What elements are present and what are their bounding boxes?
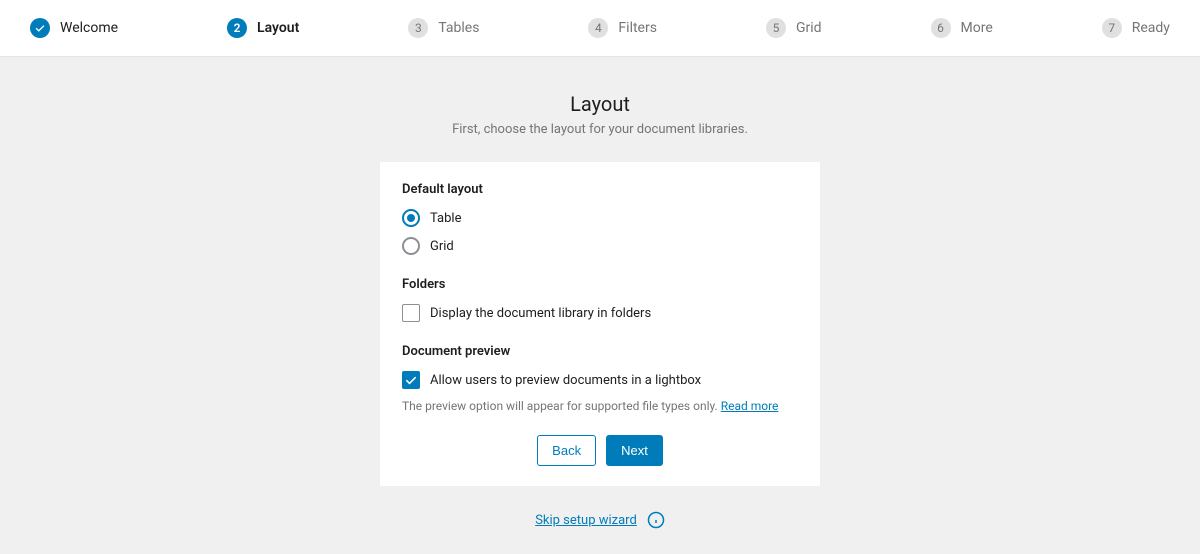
step-label: Welcome xyxy=(60,20,118,36)
section-heading: Document preview xyxy=(402,344,798,359)
step-number: 7 xyxy=(1102,18,1122,38)
section-heading: Default layout xyxy=(402,182,798,197)
step-label: Filters xyxy=(618,20,657,36)
checkbox-icon xyxy=(402,304,420,322)
step-number: 2 xyxy=(227,18,247,38)
preview-hint: The preview option will appear for suppo… xyxy=(402,399,798,413)
check-icon xyxy=(30,18,50,38)
skip-wizard-link[interactable]: Skip setup wizard xyxy=(535,513,637,528)
hint-text: The preview option will appear for suppo… xyxy=(402,399,721,413)
back-button[interactable]: Back xyxy=(537,435,596,466)
checkbox-label: Display the document library in folders xyxy=(430,306,651,321)
step-label: Layout xyxy=(257,20,299,36)
page-body: Layout First, choose the layout for your… xyxy=(0,57,1200,554)
step-number: 4 xyxy=(588,18,608,38)
step-grid[interactable]: 5 Grid xyxy=(766,18,822,38)
folders-checkbox[interactable]: Display the document library in folders xyxy=(402,304,798,322)
footer-row: Skip setup wizard xyxy=(0,511,1200,529)
step-label: More xyxy=(961,20,993,36)
step-number: 6 xyxy=(931,18,951,38)
settings-card: Default layout Table Grid Folders Displa… xyxy=(380,162,820,486)
folders-section: Folders Display the document library in … xyxy=(402,277,798,322)
stepper: Welcome 2 Layout 3 Tables 4 Filters 5 Gr… xyxy=(0,0,1200,57)
step-label: Tables xyxy=(438,20,479,36)
radio-label: Grid xyxy=(430,239,454,254)
radio-icon xyxy=(402,237,420,255)
checkbox-icon xyxy=(402,371,420,389)
step-more[interactable]: 6 More xyxy=(931,18,993,38)
preview-section: Document preview Allow users to preview … xyxy=(402,344,798,413)
next-button[interactable]: Next xyxy=(606,435,663,466)
checkbox-label: Allow users to preview documents in a li… xyxy=(430,373,701,388)
page-title: Layout xyxy=(0,92,1200,116)
radio-grid[interactable]: Grid xyxy=(402,237,798,255)
step-layout[interactable]: 2 Layout xyxy=(227,18,299,38)
page-header: Layout First, choose the layout for your… xyxy=(0,92,1200,137)
radio-label: Table xyxy=(430,211,461,226)
step-label: Ready xyxy=(1132,20,1170,36)
step-welcome[interactable]: Welcome xyxy=(30,18,118,38)
page-subtitle: First, choose the layout for your docume… xyxy=(0,122,1200,137)
step-number: 5 xyxy=(766,18,786,38)
default-layout-section: Default layout Table Grid xyxy=(402,182,798,255)
step-number: 3 xyxy=(408,18,428,38)
preview-checkbox[interactable]: Allow users to preview documents in a li… xyxy=(402,371,798,389)
read-more-link[interactable]: Read more xyxy=(721,399,779,413)
step-filters[interactable]: 4 Filters xyxy=(588,18,657,38)
section-heading: Folders xyxy=(402,277,798,292)
button-row: Back Next xyxy=(402,435,798,466)
radio-table[interactable]: Table xyxy=(402,209,798,227)
step-label: Grid xyxy=(796,20,822,36)
step-tables[interactable]: 3 Tables xyxy=(408,18,479,38)
step-ready[interactable]: 7 Ready xyxy=(1102,18,1170,38)
info-icon[interactable] xyxy=(647,511,665,529)
radio-icon xyxy=(402,209,420,227)
